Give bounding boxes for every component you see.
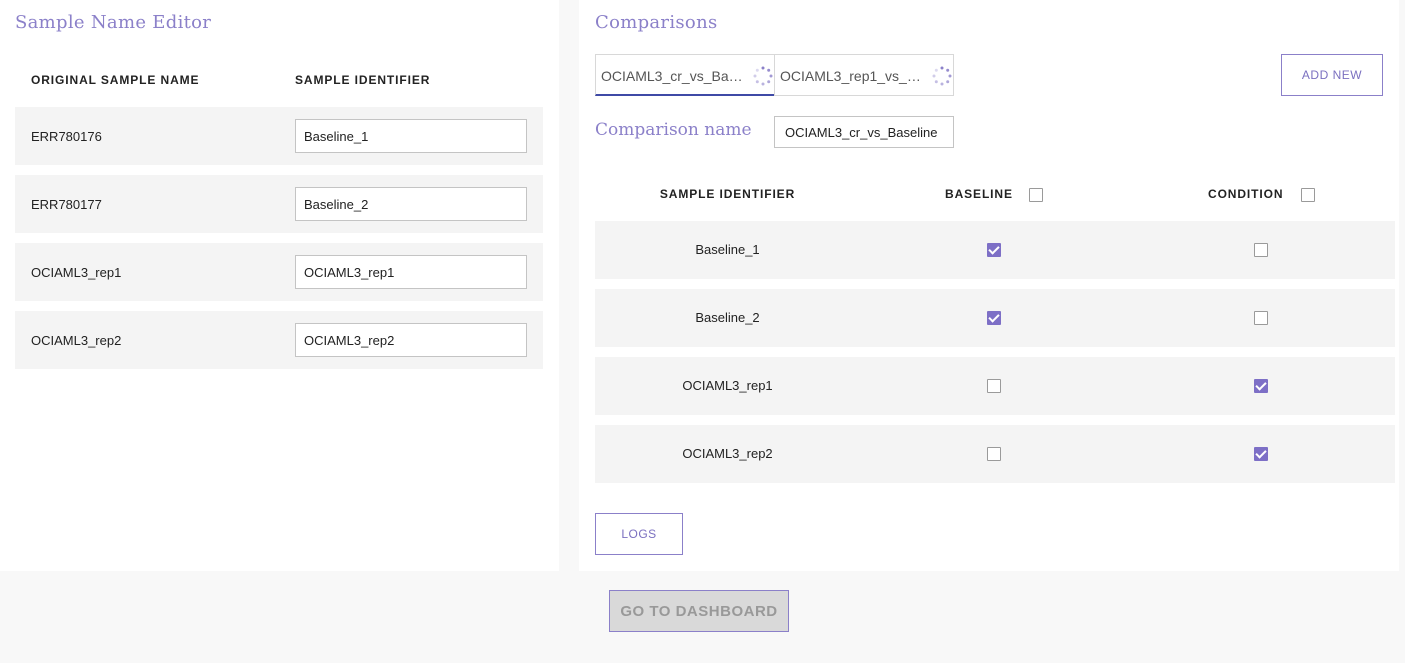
sample-identifier-input[interactable] — [295, 323, 527, 357]
sample-identifier: Baseline_2 — [695, 310, 760, 325]
sample-row: OCIAML3_rep2 — [15, 311, 543, 369]
tab-comparison-1[interactable]: OCIAML3_cr_vs_Baseline — [595, 54, 775, 96]
comparisons-panel: Comparisons OCIAML3_cr_vs_Baseline OCIAM… — [579, 0, 1399, 571]
comparison-row: Baseline_1 — [595, 221, 1395, 279]
tab-label: OCIAML3_cr_vs_Baseline — [601, 68, 743, 84]
condition-checkbox[interactable] — [1254, 379, 1268, 393]
loading-spinner-icon — [932, 66, 952, 86]
sample-identifier-input[interactable] — [295, 255, 527, 289]
column-header-sample-identifier: SAMPLE IDENTIFIER — [659, 187, 796, 201]
original-sample-name: ERR780177 — [31, 197, 102, 212]
sample-row: OCIAML3_rep1 — [15, 243, 543, 301]
comparison-name-label: Comparison name — [595, 120, 752, 140]
comparison-row: OCIAML3_rep1 — [595, 357, 1395, 415]
baseline-checkbox[interactable] — [987, 311, 1001, 325]
baseline-checkbox[interactable] — [987, 447, 1001, 461]
sample-identifier-input[interactable] — [295, 119, 527, 153]
comparison-row: Baseline_2 — [595, 289, 1395, 347]
sample-row: ERR780176 — [15, 107, 543, 165]
loading-spinner-icon — [753, 66, 773, 86]
column-header-sample-identifier: SAMPLE IDENTIFIER — [295, 73, 431, 87]
sample-name-editor-panel: Sample Name Editor ORIGINAL SAMPLE NAME … — [0, 0, 559, 571]
baseline-select-all-checkbox[interactable] — [1029, 188, 1043, 202]
condition-checkbox[interactable] — [1254, 311, 1268, 325]
column-header-original-name: ORIGINAL SAMPLE NAME — [31, 73, 200, 87]
original-sample-name: OCIAML3_rep2 — [31, 333, 122, 348]
original-sample-name: ERR780176 — [31, 129, 102, 144]
column-header-condition: CONDITION — [1208, 187, 1284, 201]
condition-checkbox[interactable] — [1254, 243, 1268, 257]
tab-comparison-2[interactable]: OCIAML3_rep1_vs_Baseline — [774, 54, 954, 96]
condition-checkbox[interactable] — [1254, 447, 1268, 461]
tab-label: OCIAML3_rep1_vs_Baseline — [780, 68, 922, 84]
comparison-name-input[interactable] — [774, 116, 954, 148]
column-header-baseline: BASELINE — [945, 187, 1013, 201]
go-to-dashboard-button[interactable]: GO TO DASHBOARD — [609, 590, 789, 632]
original-sample-name: OCIAML3_rep1 — [31, 265, 122, 280]
sample-editor-title: Sample Name Editor — [15, 12, 212, 33]
logs-button[interactable]: LOGS — [595, 513, 683, 555]
condition-select-all-checkbox[interactable] — [1301, 188, 1315, 202]
comparison-row: OCIAML3_rep2 — [595, 425, 1395, 483]
sample-identifier: OCIAML3_rep2 — [682, 446, 773, 461]
comparisons-title: Comparisons — [595, 12, 718, 33]
sample-identifier: OCIAML3_rep1 — [682, 378, 773, 393]
baseline-checkbox[interactable] — [987, 243, 1001, 257]
baseline-checkbox[interactable] — [987, 379, 1001, 393]
sample-identifier: Baseline_1 — [695, 242, 760, 257]
sample-identifier-input[interactable] — [295, 187, 527, 221]
add-new-button[interactable]: ADD NEW — [1281, 54, 1383, 96]
sample-row: ERR780177 — [15, 175, 543, 233]
